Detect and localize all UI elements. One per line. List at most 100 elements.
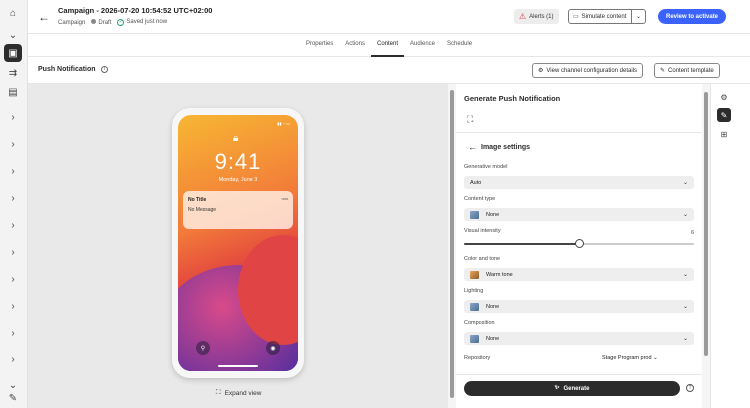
signal-wifi-battery-icon: ▮▮ ◔ ▭ [277,121,290,126]
phone-screen: ▮▮ ◔ ▭ 🔒︎ 9:41 Monday, June 3 No Title n… [178,115,298,371]
info-icon[interactable]: i [101,66,108,73]
preview-scrollbar[interactable] [448,84,456,408]
repository-picker[interactable]: Stage Program prod ⌄ [602,355,658,361]
status-dot-icon [91,19,97,24]
journey-icon[interactable]: ⇉ [4,64,22,82]
chevron-down-icon: ⌄ [682,212,688,218]
chevron-right-icon[interactable]: › [4,135,22,153]
tab-actions[interactable]: Actions [339,34,371,56]
notification-card: No Title now No Message [183,191,293,229]
image-thumbnail-icon [470,210,479,219]
visual-intensity-label: Visual intensity [464,228,501,234]
left-rail: ⌂ ⌄ ▣ ⇉ ▤ › › › › › › › › › › ⌄ ✎ [0,0,28,408]
content-type-select[interactable]: None ⌄ [464,208,694,221]
chevron-down-icon: ⌄ [653,355,658,361]
alerts-button[interactable]: ⚠ Alerts (1) [514,9,559,24]
image-thumbnail-icon [470,270,479,279]
expand-icon: ⛶ [216,389,221,396]
review-to-activate-button[interactable]: Review to activate [658,9,727,24]
generate-button[interactable]: ✨︎ Generate [464,381,680,396]
chevron-down-icon: ⌄ [682,336,688,342]
simulate-dropdown-icon[interactable]: ⌄ [631,9,645,24]
focus-frame-icon[interactable]: ⛶ [467,114,473,125]
chevron-right-icon[interactable]: › [4,270,22,288]
check-circle-icon: ✓ [117,19,125,26]
tab-schedule[interactable]: Schedule [441,34,478,56]
generate-panel: Generate Push Notification ⛶ ← Image set… [456,84,702,408]
chevron-right-icon[interactable]: › [4,216,22,234]
simulate-icon: ▭ [573,14,579,20]
chevron-right-icon[interactable]: › [4,324,22,342]
visual-intensity-value: 6 [690,230,694,236]
flashlight-icon: ⚲ [196,341,210,355]
home-indicator [218,365,258,367]
magic-wand-icon[interactable]: ✎ [717,108,731,122]
magic-wand-icon: ✨︎ [554,385,560,391]
campaign-header: ← Campaign - 2026-07-20 10:54:52 UTC+02:… [28,0,750,34]
generative-model-select[interactable]: Auto ⌄ [464,176,694,189]
composition-select[interactable]: None ⌄ [464,332,694,345]
saved-indicator: ✓ Saved just now [117,19,168,26]
channel-bar: Push Notification i ⚙ View channel config… [28,57,750,84]
color-tone-select[interactable]: Warm tone ⌄ [464,268,694,281]
panel-title: Generate Push Notification [464,94,561,103]
settings-icon[interactable]: ⚙ [717,90,731,104]
chevron-down-icon[interactable]: ⌄ [4,26,22,44]
chevron-down-icon: ⌄ [682,180,688,186]
chevron-right-icon[interactable]: › [4,243,22,261]
content-template-button[interactable]: ✎ Content template [654,63,720,78]
tab-audience[interactable]: Audience [404,34,441,56]
add-panel-icon[interactable]: ⊞ [717,127,731,141]
notification-time: now [281,197,288,201]
lighting-select[interactable]: None ⌄ [464,300,694,313]
expand-view-button[interactable]: ⛶ Expand view [216,389,261,397]
campaign-icon[interactable]: ▣ [4,44,22,62]
back-arrow-icon[interactable]: ← [38,10,50,24]
section-title: Image settings [481,144,531,151]
right-rail: ⚙ ✎ ⊞ [710,84,750,408]
chevron-down-icon: ⌄ [682,272,688,278]
notification-message: No Message [188,207,217,213]
preview-area: ▮▮ ◔ ▭ 🔒︎ 9:41 Monday, June 3 No Title n… [28,84,448,408]
template-icon: ✎ [660,68,666,74]
chevron-right-icon[interactable]: › [4,189,22,207]
composition-label: Composition [464,320,495,326]
tab-content[interactable]: Content [370,34,405,57]
back-arrow-icon[interactable]: ← [468,142,477,152]
image-thumbnail-icon [470,302,479,311]
repository-label: Repository [464,355,491,361]
notification-title: No Title [188,197,207,203]
warning-icon: ⚠ [519,12,527,21]
settings-person-icon: ⚙ [538,68,544,74]
chevron-right-icon[interactable]: › [4,297,22,315]
color-tone-label: Color and tone [464,256,501,262]
chevron-right-icon[interactable]: › [4,162,22,180]
channel-title: Push Notification [38,66,96,73]
page-title: Campaign - 2026-07-20 10:54:52 UTC+02:00 [58,6,213,15]
tab-properties[interactable]: Properties [300,34,339,56]
lighting-label: Lighting [464,288,484,294]
visual-intensity-slider[interactable] [464,239,694,248]
lock-icon: 🔒︎ [233,133,239,144]
generative-model-label: Generative model [464,164,508,170]
chevron-right-icon[interactable]: › [4,108,22,126]
breadcrumb-campaign[interactable]: Campaign [58,20,85,26]
chevron-right-icon[interactable]: › [4,350,22,368]
edit-icon[interactable]: ✎ [4,389,22,407]
breadcrumb: Campaign Draft ✓ Saved just now [58,19,167,26]
home-icon[interactable]: ⌂ [4,4,22,22]
lockscreen-date: Monday, June 3 [218,177,258,183]
image-thumbnail-icon [470,334,479,343]
camera-icon: ◉ [266,341,280,355]
content-type-label: Content type [464,196,496,202]
slider-handle[interactable] [575,239,584,248]
help-icon[interactable]: ? [686,384,694,392]
tab-bar: Properties Actions Content Audience Sche… [28,34,750,57]
view-channel-config-button[interactable]: ⚙ View channel configuration details [532,63,644,78]
phone-frame: ▮▮ ◔ ▭ 🔒︎ 9:41 Monday, June 3 No Title n… [172,108,304,378]
chevron-down-icon: ⌄ [682,304,688,310]
status-badge: Draft [91,19,111,26]
panel-scrollbar[interactable] [702,84,710,408]
lockscreen-time: 9:41 [214,149,262,174]
document-icon[interactable]: ▤ [4,83,22,101]
